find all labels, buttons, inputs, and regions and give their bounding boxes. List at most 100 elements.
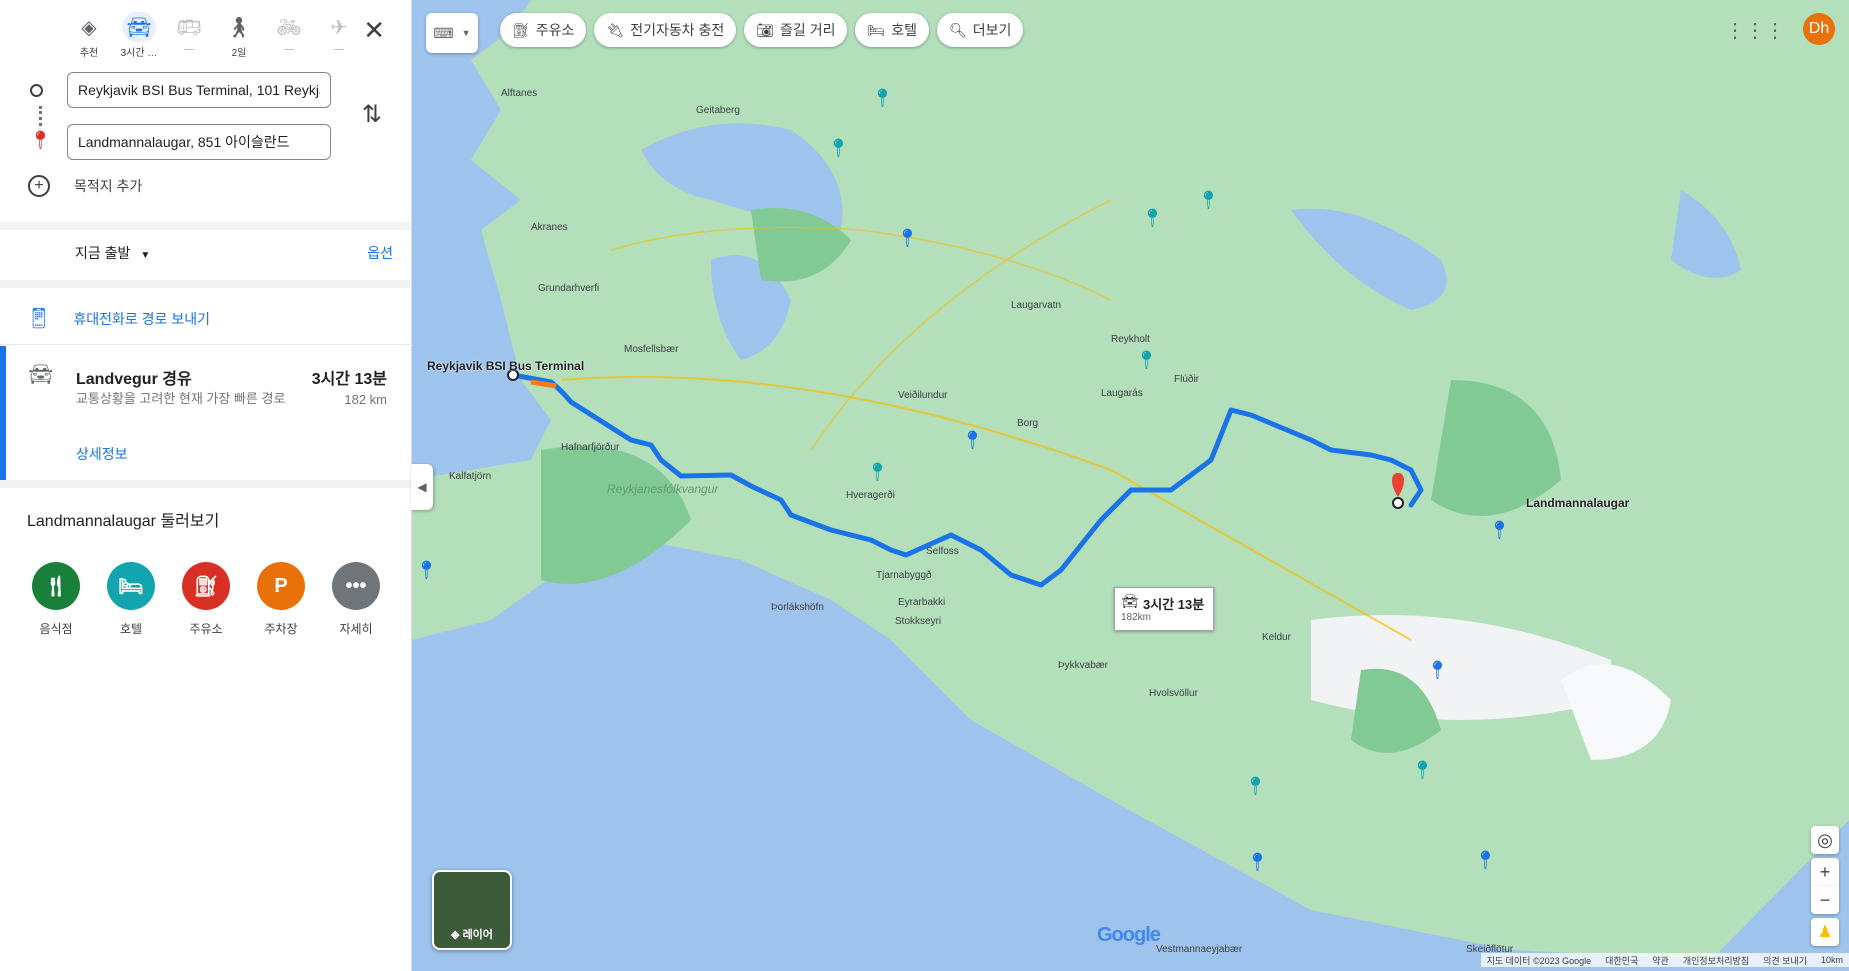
map-attribution: 지도 데이터 ©2023 Google 대한민국 약관 개인정보처리방침 의견 … [1480, 953, 1849, 967]
route-card[interactable]: 🚘︎ Landvegur 경유 교통상황을 고려한 현재 가장 빠른 경로 3시… [0, 346, 411, 480]
options-link[interactable]: 옵션 [367, 243, 393, 263]
google-logo: Google [1097, 924, 1161, 946]
poi-marker[interactable]: 📍︎ [871, 88, 894, 109]
category-gas[interactable]: ⛽︎ 주유소 [182, 562, 230, 637]
close-icon[interactable]: ✕ [363, 17, 385, 43]
add-icon: + [28, 175, 50, 197]
map-canvas[interactable]: Reykjavik BSI Bus Terminal Landmannalaug… [411, 0, 1849, 971]
chip-label: 더보기 [972, 22, 1012, 38]
poi-marker[interactable]: 📍︎ [961, 430, 984, 451]
my-location-icon[interactable]: ◎ [1811, 826, 1839, 854]
attribution-data: 지도 데이터 ©2023 Google [1486, 955, 1592, 966]
depart-label: 지금 출발 [75, 245, 131, 261]
mode-label: 3시간 … [120, 48, 158, 59]
chip-hotels[interactable]: 🛏︎ 호텔 [855, 13, 930, 47]
more-icon: ••• [332, 562, 380, 610]
place-label: Vestmannaeyjabær [1156, 944, 1243, 955]
poi-marker[interactable]: 📍︎ [896, 228, 919, 249]
category-parking[interactable]: P 주차장 [257, 562, 305, 637]
origin-input[interactable] [67, 72, 331, 108]
car-icon: 🚘︎ [122, 12, 156, 42]
layers-button[interactable]: ◈ 레이어 [432, 870, 512, 950]
mode-label: — [184, 44, 194, 55]
category-label: 음식점 [39, 622, 73, 636]
poi-marker[interactable]: 📍︎ [1488, 520, 1511, 541]
poi-marker[interactable]: 📍︎ [827, 138, 850, 159]
poi-marker[interactable]: 📍︎ [1135, 350, 1158, 371]
destination-marker[interactable] [1392, 497, 1404, 509]
parking-icon: P [257, 562, 305, 610]
map-layer-toggle[interactable]: ⌨︎ ▼ [426, 13, 478, 53]
chip-label: 전기자동차 충전 [630, 22, 725, 38]
category-restaurants[interactable]: 🍴︎ 음식점 [32, 562, 80, 637]
fork-knife-icon: 🍴︎ [32, 562, 80, 610]
poi-marker[interactable]: 📍︎ [1141, 208, 1164, 229]
mode-driving[interactable]: 🚘︎ 3시간 … [114, 12, 164, 59]
chip-things-to-do[interactable]: 📷︎ 즐길 거리 [744, 13, 848, 47]
mode-walking[interactable]: 🚶︎ 2일 [214, 12, 264, 60]
route-description: 교통상황을 고려한 현재 가장 빠른 경로 [76, 391, 286, 406]
attribution-feedback[interactable]: 의견 보내기 [1763, 954, 1807, 967]
phone-icon: 📱︎ [26, 308, 52, 330]
poi-marker[interactable]: 📍︎ [1246, 852, 1269, 873]
zoom-in-button[interactable]: + [1811, 858, 1839, 886]
origin-circle-icon [30, 84, 43, 97]
attribution-terms[interactable]: 약관 [1652, 954, 1669, 967]
poi-marker[interactable]: 📍︎ [1244, 776, 1267, 797]
swap-icon[interactable]: ⇅ [362, 100, 382, 129]
divider [0, 222, 411, 230]
destination-input[interactable] [67, 124, 331, 160]
pegman-icon[interactable]: ♟︎ [1811, 918, 1839, 946]
divider [0, 480, 411, 488]
scale-bar[interactable]: 10km [1821, 955, 1843, 965]
chip-more[interactable]: 🔍︎ 더보기 [937, 13, 1024, 47]
attribution-privacy[interactable]: 개인정보처리방침 [1683, 954, 1749, 967]
category-chip-bar: ⛽︎ 주유소 🔌︎ 전기자동차 충전 📷︎ 즐길 거리 🛏︎ 호텔 🔍︎ 더보기 [500, 13, 1024, 47]
route-duration-callout[interactable]: 🚘︎ 3시간 13분 182km [1114, 587, 1214, 631]
explore-categories: 🍴︎ 음식점 🛏︎ 호텔 ⛽︎ 주유소 P 주차장 ••• 자세히 [32, 562, 380, 637]
fuel-icon: ⛽︎ [512, 21, 530, 38]
layers-icon: ◈ [451, 929, 463, 941]
poi-marker[interactable]: 📍︎ [1426, 660, 1449, 681]
place-label: Grundarhverfi [538, 283, 600, 294]
depart-time-dropdown[interactable]: 지금 출발 ▼ [75, 243, 150, 263]
chip-gas[interactable]: ⛽︎ 주유소 [500, 13, 587, 47]
poi-marker[interactable]: 📍︎ [415, 560, 438, 581]
poi-marker[interactable]: 📍︎ [1474, 850, 1497, 871]
send-to-phone-link[interactable]: 📱︎ 휴대전화로 경로 보내기 [26, 306, 210, 331]
travel-mode-selector: ◈ 추천 🚘︎ 3시간 … 🚌︎ — 🚶︎ 2일 🚲︎ — ✈︎ — [64, 12, 364, 59]
poi-marker[interactable]: 📍︎ [1411, 760, 1434, 781]
attribution-region[interactable]: 대한민국 [1605, 954, 1638, 967]
place-label: Keldur [1262, 632, 1291, 643]
chevron-down-icon: ▼ [461, 28, 471, 38]
category-more[interactable]: ••• 자세히 [332, 562, 380, 637]
mode-label: — [334, 44, 344, 55]
place-label: Hveragerði [846, 490, 895, 501]
poi-marker[interactable]: 📍︎ [866, 462, 889, 483]
zoom-out-button[interactable]: − [1811, 886, 1839, 914]
destination-label: Landmannalaugar [1526, 496, 1630, 510]
place-label: Reykjanesfólkvangur [607, 482, 719, 496]
apps-grid-icon[interactable]: ⋮⋮⋮ [1725, 18, 1785, 43]
avatar[interactable]: Dh [1803, 13, 1835, 45]
add-destination-button[interactable]: + 목적지 추가 [28, 175, 142, 197]
mode-transit[interactable]: 🚌︎ — [164, 12, 214, 59]
collapse-panel-button[interactable]: ◀ [411, 464, 433, 510]
place-label: Eyrarbakki [898, 597, 946, 608]
place-label: Laugarás [1101, 388, 1143, 399]
route-details-link[interactable]: 상세정보 [76, 444, 128, 464]
bed-icon: 🛏︎ [107, 562, 155, 610]
send-to-phone-label: 휴대전화로 경로 보내기 [73, 310, 210, 327]
car-icon: 🚘︎ [1121, 593, 1139, 609]
chevron-left-icon: ◀ [417, 480, 427, 494]
poi-marker[interactable]: 📍︎ [1197, 190, 1220, 211]
chevron-down-icon: ▼ [140, 250, 151, 261]
place-label: Laugarvatn [1011, 300, 1062, 311]
mode-best[interactable]: ◈ 추천 [64, 12, 114, 60]
mode-flight[interactable]: ✈︎ — [314, 12, 364, 59]
bus-icon: 🚌︎ [176, 16, 202, 39]
chip-ev-charging[interactable]: 🔌︎ 전기자동차 충전 [594, 13, 737, 47]
mode-cycling[interactable]: 🚲︎ — [264, 12, 314, 59]
category-hotels[interactable]: 🛏︎ 호텔 [107, 562, 155, 637]
route-distance: 182 km [344, 392, 387, 407]
